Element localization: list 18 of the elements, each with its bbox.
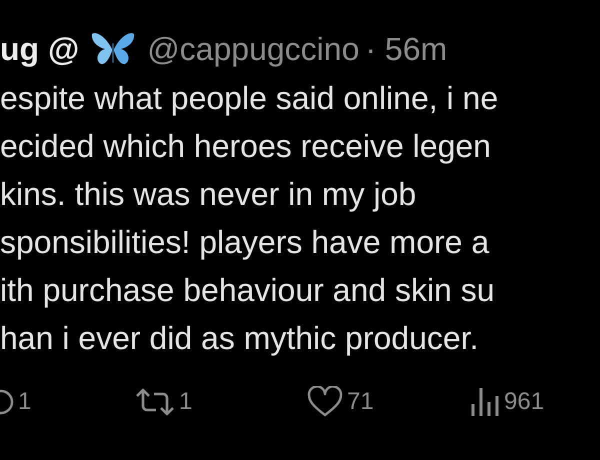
bar-chart-icon[interactable] xyxy=(470,386,500,418)
heart-icon[interactable] xyxy=(307,386,343,418)
post-text-line: kins. this was never in my job xyxy=(0,175,418,214)
action-count: 71 xyxy=(347,388,374,416)
post-text-line: ith purchase behaviour and skin su xyxy=(0,271,496,310)
repost-icon[interactable] xyxy=(135,387,175,417)
post-text-line: ecided which heroes receive legen xyxy=(0,127,492,166)
author-name: ug @ xyxy=(0,30,80,68)
action-count: 961 xyxy=(504,388,544,416)
post-time: · 56m xyxy=(365,30,448,68)
action-count: 1 xyxy=(179,388,192,416)
butterfly-icon xyxy=(91,31,136,67)
speech-bubble-icon[interactable] xyxy=(0,387,14,417)
action-count: 1 xyxy=(18,388,32,416)
post-text-line: han i ever did as mythic producer. xyxy=(0,319,480,358)
post-text-line: sponsibilities! players have more a xyxy=(0,223,490,262)
post-text-line: espite what people said online, i ne xyxy=(0,79,500,118)
user-handle[interactable]: @cappugccino xyxy=(147,30,360,68)
